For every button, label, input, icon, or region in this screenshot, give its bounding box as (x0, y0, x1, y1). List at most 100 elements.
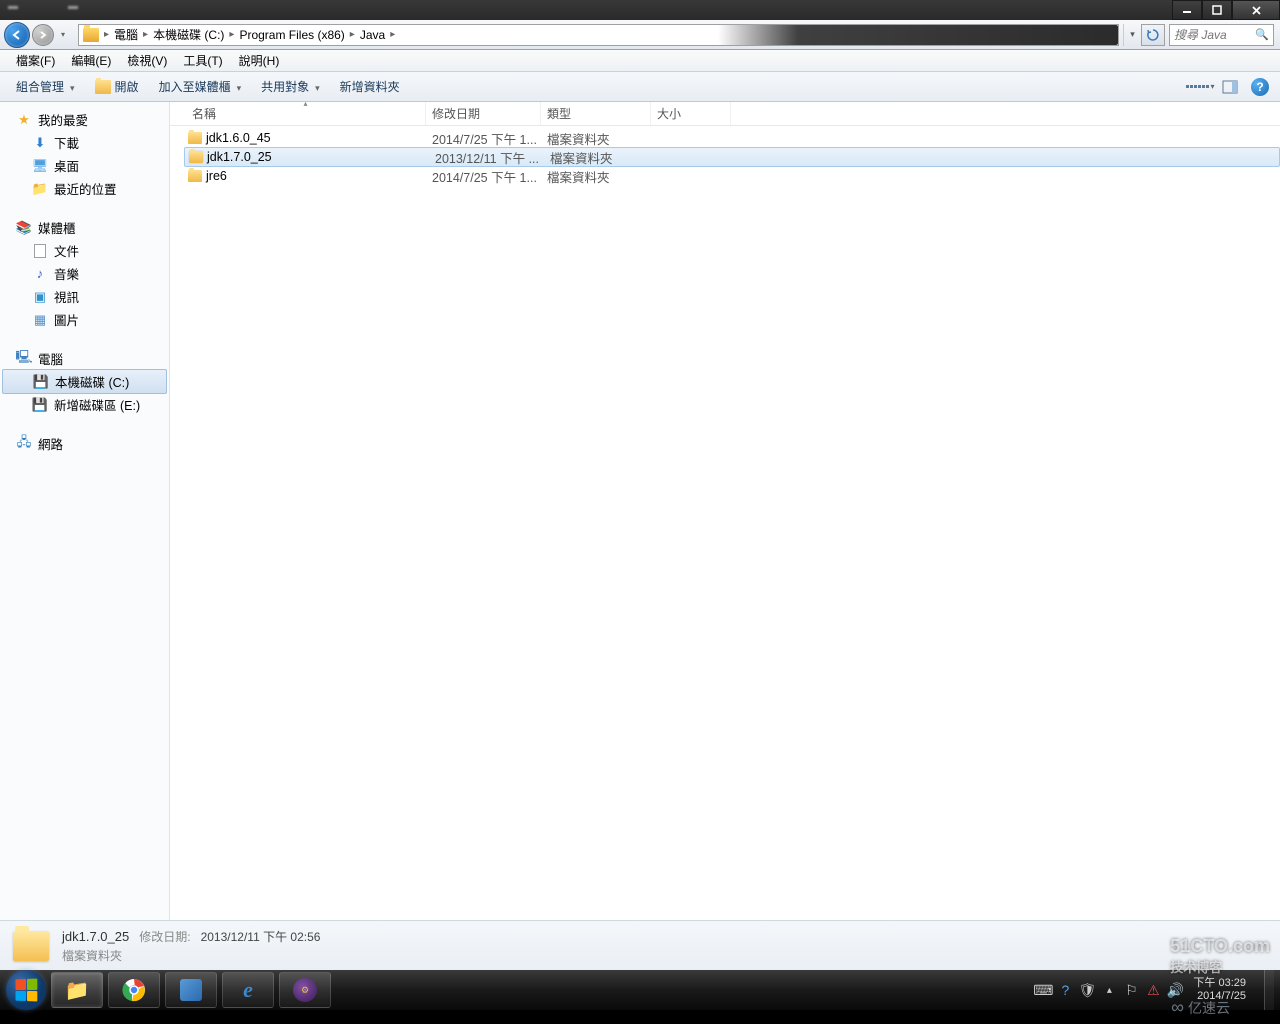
taskbar-ie[interactable]: e (222, 972, 274, 1008)
menu-edit[interactable]: 編輯(E) (63, 50, 119, 71)
breadcrumb-separator[interactable] (140, 25, 151, 45)
tray-up-icon[interactable]: ▴ (1101, 982, 1117, 998)
details-date-label: 修改日期: (139, 928, 190, 945)
breadcrumb-item[interactable]: Program Files (x86) (237, 25, 346, 45)
show-desktop-button[interactable] (1264, 970, 1274, 1010)
details-pane: jdk1.7.0_25 修改日期: 2013/12/11 下午 02:56 檔案… (0, 920, 1280, 970)
address-bar[interactable]: 電腦 本機磁碟 (C:) Program Files (x86) Java (78, 24, 1119, 46)
column-name[interactable]: 名稱▴ (186, 102, 426, 125)
sidebar-computer[interactable]: 🖳電腦 (0, 347, 169, 370)
sidebar-disk-c[interactable]: 💾本機磁碟 (C:) (2, 369, 167, 394)
sidebar-music[interactable]: ♪音樂 (0, 262, 169, 285)
column-type[interactable]: 類型 (541, 102, 651, 125)
sidebar-desktop[interactable]: 🖥桌面 (0, 154, 169, 177)
folder-icon (186, 170, 204, 182)
menu-tools[interactable]: 工具(T) (175, 50, 230, 71)
search-icon[interactable]: 🔍 (1255, 28, 1269, 41)
breadcrumb-item[interactable]: 本機磁碟 (C:) (151, 25, 226, 45)
tray-shield-icon[interactable]: 🛡 (1079, 982, 1095, 998)
help-button[interactable]: ? (1248, 76, 1272, 98)
star-icon: ★ (16, 112, 32, 128)
menu-view[interactable]: 檢視(V) (119, 50, 175, 71)
window-titlebar: ▬ ▬ (0, 0, 1280, 20)
start-button[interactable] (6, 970, 46, 1010)
music-icon: ♪ (32, 266, 48, 282)
search-input[interactable] (1174, 28, 1255, 42)
sidebar-favorites[interactable]: ★我的最愛 (0, 108, 169, 131)
search-box[interactable]: 🔍 (1169, 24, 1274, 46)
preview-pane-button[interactable] (1218, 76, 1242, 98)
share-button[interactable]: 共用對象 (253, 75, 328, 98)
nav-back-button[interactable] (4, 22, 30, 48)
picture-icon: ▦ (32, 312, 48, 328)
file-list-area: 名稱▴ 修改日期 類型 大小 jdk1.6.0_45 2014/7/25 下午 … (170, 102, 1280, 920)
network-icon: 🖧 (16, 436, 32, 452)
desktop-icon: 🖥 (32, 158, 48, 174)
folder-open-icon (95, 80, 111, 94)
recent-icon: 📁 (32, 181, 48, 197)
nav-forward-button[interactable] (32, 24, 54, 46)
tray-flag-icon[interactable]: ⚐ (1123, 982, 1139, 998)
details-name: jdk1.7.0_25 (62, 929, 129, 944)
tray-keyboard-icon[interactable]: ⌨ (1035, 982, 1051, 998)
nav-history-dropdown[interactable]: ▾ (56, 25, 70, 45)
address-dropdown[interactable]: ▾ (1123, 24, 1141, 46)
file-row[interactable]: jdk1.6.0_45 2014/7/25 下午 1... 檔案資料夾 (170, 128, 1280, 148)
file-date: 2014/7/25 下午 1... (432, 167, 547, 186)
sidebar-network[interactable]: 🖧網路 (0, 432, 169, 455)
close-button[interactable] (1232, 0, 1280, 20)
minimize-button[interactable] (1172, 0, 1202, 20)
sidebar-recent[interactable]: 📁最近的位置 (0, 177, 169, 200)
taskbar-eclipse[interactable]: ⚙ (279, 972, 331, 1008)
tray-network-icon[interactable]: ⚠ (1145, 982, 1161, 998)
column-size[interactable]: 大小 (651, 102, 731, 125)
breadcrumb-separator[interactable] (226, 25, 237, 45)
new-folder-button[interactable]: 新增資料夾 (332, 75, 408, 98)
sidebar-disk-e[interactable]: 💾新增磁碟區 (E:) (0, 393, 169, 416)
view-mode-button[interactable]: ▾ (1188, 76, 1212, 98)
navigation-pane: ★我的最愛 ⬇下載 🖥桌面 📁最近的位置 📚媒體櫃 文件 ♪音樂 ▣視訊 ▦圖片… (0, 102, 170, 920)
ie-icon: e (243, 977, 253, 1003)
organize-button[interactable]: 組合管理 (8, 75, 83, 98)
titlebar-blurred-icon: ▬ (8, 1, 48, 19)
open-button[interactable]: 開啟 (87, 75, 147, 98)
disk-icon: 💾 (32, 397, 48, 413)
details-type: 檔案資料夾 (62, 947, 320, 964)
window-controls (1172, 0, 1280, 20)
navigation-bar: ▾ 電腦 本機磁碟 (C:) Program Files (x86) Java … (0, 20, 1280, 50)
file-row[interactable]: jdk1.7.0_25 2013/12/11 下午 ... 檔案資料夾 (184, 147, 1280, 167)
menu-help[interactable]: 說明(H) (231, 50, 288, 71)
include-library-button[interactable]: 加入至媒體櫃 (151, 75, 250, 98)
maximize-button[interactable] (1202, 0, 1232, 20)
file-list[interactable]: jdk1.6.0_45 2014/7/25 下午 1... 檔案資料夾 jdk1… (170, 126, 1280, 920)
menu-file[interactable]: 檔案(F) (8, 50, 63, 71)
taskbar-chrome[interactable] (108, 972, 160, 1008)
sidebar-downloads[interactable]: ⬇下載 (0, 131, 169, 154)
sidebar-videos[interactable]: ▣視訊 (0, 285, 169, 308)
video-icon: ▣ (32, 289, 48, 305)
tray-help-icon[interactable]: ? (1057, 982, 1073, 998)
sidebar-pictures[interactable]: ▦圖片 (0, 308, 169, 331)
taskbar-clock[interactable]: 下午 03:29 2014/7/25 (1193, 977, 1250, 1003)
taskbar-explorer[interactable]: 📁 (51, 972, 103, 1008)
eclipse-icon: ⚙ (293, 978, 317, 1002)
sidebar-documents[interactable]: 文件 (0, 239, 169, 262)
file-row[interactable]: jre6 2014/7/25 下午 1... 檔案資料夾 (170, 166, 1280, 186)
taskbar-app1[interactable] (165, 972, 217, 1008)
sidebar-libraries[interactable]: 📚媒體櫃 (0, 216, 169, 239)
download-icon: ⬇ (32, 135, 48, 151)
tray-volume-icon[interactable]: 🔊 (1167, 982, 1183, 998)
breadcrumb-item[interactable]: Java (358, 25, 387, 45)
breadcrumb: 電腦 本機磁碟 (C:) Program Files (x86) Java (83, 25, 398, 45)
refresh-button[interactable] (1141, 24, 1165, 46)
file-type: 檔案資料夾 (550, 148, 660, 167)
breadcrumb-separator[interactable] (387, 25, 398, 45)
breadcrumb-separator[interactable] (101, 25, 112, 45)
column-date[interactable]: 修改日期 (426, 102, 541, 125)
folder-icon (83, 28, 99, 42)
address-overlay (718, 25, 1118, 45)
clock-time: 下午 03:29 (1193, 977, 1246, 990)
column-headers: 名稱▴ 修改日期 類型 大小 (170, 102, 1280, 126)
breadcrumb-separator[interactable] (347, 25, 358, 45)
breadcrumb-item[interactable]: 電腦 (112, 25, 140, 45)
